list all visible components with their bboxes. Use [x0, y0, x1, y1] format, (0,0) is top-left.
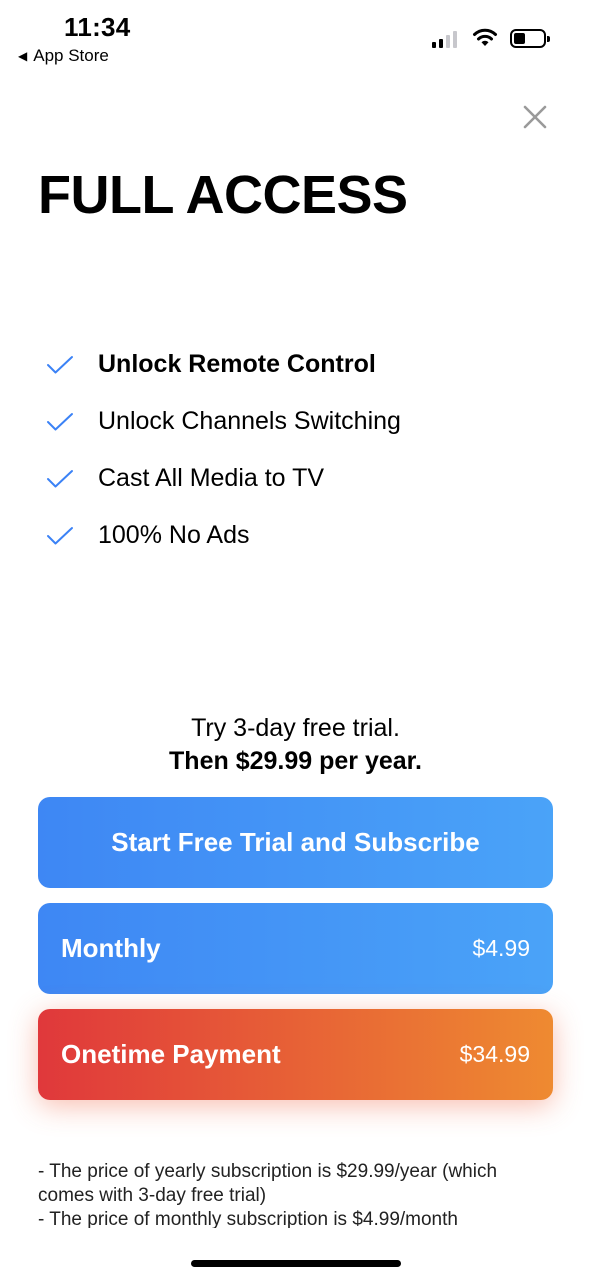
back-triangle-icon: ◀ — [18, 49, 28, 63]
monthly-plan-button[interactable]: Monthly $4.99 — [38, 903, 553, 994]
back-app-label: App Store — [33, 46, 109, 65]
monthly-plan-label: Monthly — [61, 933, 161, 963]
feature-item: Unlock Remote Control — [46, 336, 401, 393]
checkmark-icon — [47, 412, 73, 430]
terms-line: - The price of monthly subscription is $… — [38, 1209, 458, 1228]
feature-item: Unlock Channels Switching — [46, 393, 401, 450]
checkmark-icon — [47, 526, 73, 544]
cellular-signal-icon — [432, 30, 457, 48]
onetime-payment-button[interactable]: Onetime Payment $34.99 — [38, 1009, 553, 1100]
feature-item: 100% No Ads — [46, 507, 401, 564]
onetime-plan-label: Onetime Payment — [61, 1039, 281, 1069]
close-icon[interactable] — [518, 100, 552, 134]
trial-description: Try 3-day free trial. Then $29.99 per ye… — [0, 712, 591, 778]
back-to-app-store[interactable]: ◀ App Store — [18, 46, 109, 66]
wifi-icon — [473, 28, 497, 46]
trial-line-1: Try 3-day free trial. — [191, 714, 400, 742]
terms-line: - The price of yearly subscription is $2… — [38, 1161, 498, 1206]
monthly-plan-price: $4.99 — [472, 935, 530, 961]
feature-label: Unlock Channels Switching — [98, 407, 401, 435]
subscription-terms[interactable]: - The price of yearly subscription is $2… — [38, 1160, 558, 1228]
status-bar: 11:34 ◀ App Store — [0, 0, 591, 72]
feature-label: 100% No Ads — [98, 521, 250, 549]
feature-item: Cast All Media to TV — [46, 450, 401, 507]
page-title: FULL ACCESS — [38, 165, 408, 225]
onetime-plan-price: $34.99 — [459, 1041, 530, 1067]
feature-label: Unlock Remote Control — [98, 350, 376, 378]
checkmark-icon — [47, 355, 73, 373]
home-indicator[interactable] — [191, 1260, 401, 1267]
checkmark-icon — [47, 469, 73, 487]
feature-label: Cast All Media to TV — [98, 464, 325, 492]
feature-list: Unlock Remote Control Unlock Channels Sw… — [46, 336, 401, 564]
battery-icon — [510, 29, 550, 48]
start-free-trial-button[interactable]: Start Free Trial and Subscribe — [38, 797, 553, 888]
status-time: 11:34 — [64, 12, 131, 42]
trial-line-2: Then $29.99 per year. — [169, 747, 422, 775]
